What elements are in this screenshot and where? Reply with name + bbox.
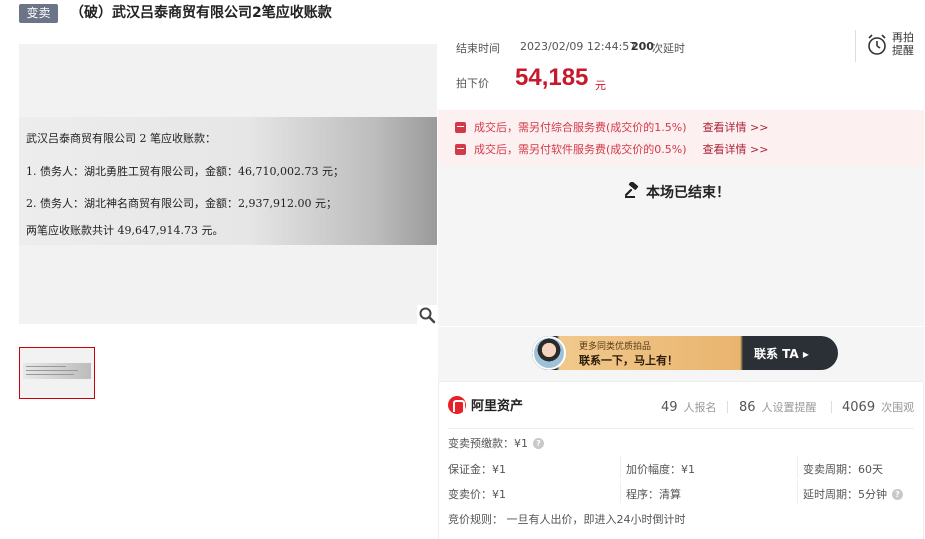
stat-number: 49	[661, 400, 678, 415]
bid-rule: 竞价规则： 一旦有人出价，即进入24小时倒计时	[448, 513, 686, 526]
gift-icon	[455, 121, 466, 133]
remind-button[interactable]: 再拍提醒	[855, 30, 917, 62]
contact-area: 更多同类优质拍品 联系一下，马上有！ 联系 TA ▸	[438, 326, 924, 381]
status-panel: 本场已结束！	[438, 166, 924, 326]
fee-detail-link[interactable]: 查看详情 >>	[703, 119, 769, 135]
magnifier-icon[interactable]	[417, 305, 437, 325]
stat-label: 人报名	[683, 401, 717, 414]
page-title: （破）武汉吕泰商贸有限公司2笔应收账款	[70, 5, 332, 21]
gallery-thumbnail[interactable]	[19, 347, 95, 399]
fee-text: 成交后，需另付软件服务费(成交价的0.5%)	[474, 143, 687, 156]
fee-row: 成交后，需另付软件服务费(成交价的0.5%) 查看详情 >>	[455, 142, 768, 156]
price-label: 拍下价	[456, 77, 489, 90]
stat-number: 4069	[842, 400, 876, 415]
main-image-panel[interactable]: 武汉吕泰商贸有限公司 2 笔应收账款： 1. 债务人：湖北勇胜工贸有限公司，金额…	[19, 44, 437, 324]
increment-field: 加价幅度：¥1	[626, 463, 695, 476]
remind-label: 再拍提醒	[892, 31, 914, 57]
document-photo: 武汉吕泰商贸有限公司 2 笔应收账款： 1. 债务人：湖北勇胜工贸有限公司，金额…	[19, 117, 437, 245]
deposit-pre: 变卖预缴款：¥1 ?	[448, 435, 544, 451]
auction-ended: 本场已结束！	[624, 181, 730, 202]
contact-button[interactable]: 联系 TA ▸	[754, 345, 809, 362]
final-price: 54,185	[515, 64, 589, 91]
contact-title: 联系一下，马上有！	[579, 354, 678, 367]
fee-row: 成交后，需另付综合服务费(成交价的1.5%) 查看详情 >>	[455, 120, 768, 134]
photo-line: 1. 债务人：湖北勇胜工贸有限公司，金额：46,710,002.73 元；	[26, 165, 344, 178]
help-icon[interactable]: ?	[892, 488, 903, 500]
brand-logo: 阿里资产	[448, 395, 523, 414]
delay-period-field: 延时周期：5分钟 ?	[803, 486, 903, 502]
stat-number: 86	[739, 400, 756, 415]
alarm-clock-icon	[866, 33, 888, 60]
delay-label: 次延时	[652, 42, 685, 55]
end-time-value: 2023/02/09 12:44:57	[520, 40, 637, 53]
fee-notice: 成交后，需另付综合服务费(成交价的1.5%) 查看详情 >> 成交后，需另付软件…	[438, 110, 924, 166]
contact-subtitle: 更多同类优质拍品	[579, 342, 652, 352]
ali-asset-icon	[448, 395, 466, 414]
brand-name: 阿里资产	[471, 399, 524, 414]
margin-field: 保证金：¥1	[448, 463, 506, 476]
price-unit: 元	[595, 79, 606, 92]
period-field: 变卖周期：60天	[803, 463, 883, 476]
photo-line: 两笔应收账款共计 49,647,914.73 元。	[26, 224, 224, 237]
photo-line: 武汉吕泰商贸有限公司 2 笔应收账款：	[26, 132, 216, 145]
help-icon[interactable]: ?	[533, 437, 544, 449]
deposit-pre-text: 变卖预缴款：¥1	[448, 437, 528, 450]
stat-registered: 49 人报名	[661, 399, 717, 415]
gift-icon	[455, 143, 466, 155]
delay-period-text: 延时周期：5分钟	[803, 488, 887, 501]
gavel-icon	[624, 181, 646, 202]
stat-label: 人设置提醒	[761, 401, 817, 414]
contact-banner[interactable]: 更多同类优质拍品 联系一下，马上有！ 联系 TA ▸	[532, 336, 838, 370]
ended-text: 本场已结束！	[646, 185, 730, 201]
auction-info: 阿里资产 49 人报名 86 人设置提醒 4069 次围观 变卖预缴款：¥1 ? 保证…	[438, 381, 924, 539]
stat-label: 次围观	[881, 401, 915, 414]
avatar	[532, 336, 566, 370]
end-time-label: 结束时间	[456, 42, 500, 55]
photo-line: 2. 债务人：湖北神名商贸有限公司，金额：2,937,912.00 元；	[26, 197, 337, 210]
status-badge: 变卖	[19, 4, 58, 23]
delay-count: 200	[631, 40, 654, 53]
stat-reminders: 86 人设置提醒	[739, 399, 817, 415]
fee-detail-link[interactable]: 查看详情 >>	[703, 141, 769, 157]
stat-views: 4069 次围观	[842, 399, 914, 415]
procedure-field: 程序：清算	[626, 488, 681, 501]
price-field: 变卖价：¥1	[448, 488, 506, 501]
fee-text: 成交后，需另付综合服务费(成交价的1.5%)	[474, 121, 687, 134]
